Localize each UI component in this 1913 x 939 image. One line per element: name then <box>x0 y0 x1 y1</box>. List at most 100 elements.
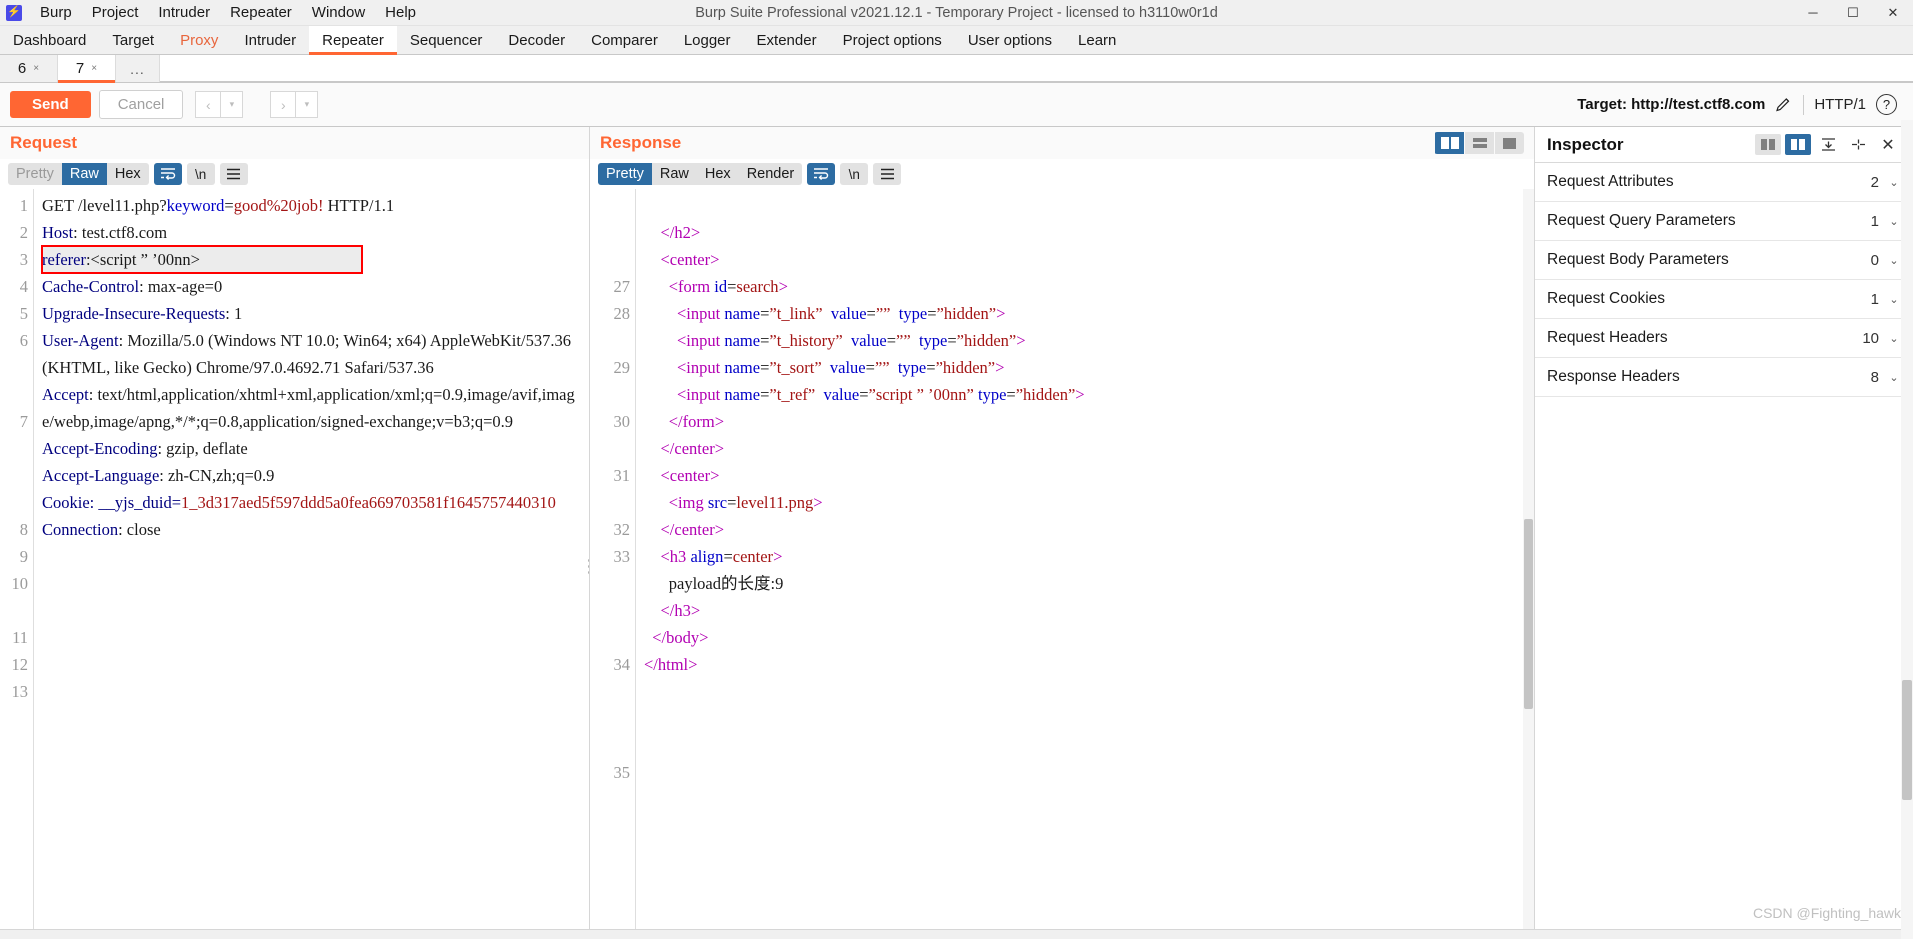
code-line[interactable]: payload的长度:9 <box>644 570 1528 597</box>
response-raw-tab[interactable]: Raw <box>652 163 697 185</box>
code-line[interactable]: Connection: close <box>42 516 583 543</box>
menu-burp[interactable]: Burp <box>30 1 82 25</box>
response-pretty-tab[interactable]: Pretty <box>598 163 652 185</box>
window-scrollbar[interactable] <box>1901 120 1913 939</box>
tab-target[interactable]: Target <box>99 26 167 54</box>
inspector-section-row[interactable]: Request Query Parameters 1 ⌄ <box>1535 202 1913 241</box>
code-line[interactable]: User-Agent: Mozilla/5.0 (Windows NT 10.0… <box>42 327 583 381</box>
tab-sequencer[interactable]: Sequencer <box>397 26 496 54</box>
code-line[interactable]: Host: test.ctf8.com <box>42 219 583 246</box>
tab-user-options[interactable]: User options <box>955 26 1065 54</box>
close-icon[interactable]: × <box>33 63 39 74</box>
collapse-all-icon[interactable] <box>1815 134 1841 155</box>
split-vertical-icon[interactable] <box>1435 132 1464 154</box>
hamburger-icon[interactable] <box>219 163 248 185</box>
split-horizontal-icon[interactable] <box>1465 132 1494 154</box>
menu-repeater[interactable]: Repeater <box>220 1 302 25</box>
code-line[interactable]: Upgrade-Insecure-Requests: 1 <box>42 300 583 327</box>
code-line[interactable]: </body> <box>644 624 1528 651</box>
highlighted-code-line[interactable]: referer:<script ” ’00nn> <box>41 245 363 274</box>
code-line[interactable]: </center> <box>644 435 1528 462</box>
inspector-section-row[interactable]: Request Cookies 1 ⌄ <box>1535 280 1913 319</box>
response-render-tab[interactable]: Render <box>739 163 803 185</box>
code-line[interactable]: Accept-Language: zh-CN,zh;q=0.9 <box>42 462 583 489</box>
help-icon[interactable]: ? <box>1876 94 1897 115</box>
panel-right-icon[interactable] <box>1785 134 1811 155</box>
code-line[interactable]: </form> <box>644 408 1528 435</box>
code-line[interactable]: Cache-Control: max-age=0 <box>42 273 583 300</box>
forward-dropdown-icon[interactable]: ▾ <box>296 91 319 118</box>
code-line[interactable]: <center> <box>644 462 1528 489</box>
tab-decoder[interactable]: Decoder <box>495 26 578 54</box>
code-line[interactable] <box>42 570 583 597</box>
forward-button[interactable]: › <box>270 91 297 118</box>
response-hex-tab[interactable]: Hex <box>697 163 739 185</box>
code-line[interactable] <box>644 192 1528 219</box>
single-pane-icon[interactable] <box>1495 132 1524 154</box>
newline-button[interactable]: \n <box>186 163 215 185</box>
response-scrollbar-thumb[interactable] <box>1524 519 1533 709</box>
chevron-down-icon[interactable]: ⌄ <box>1887 176 1901 189</box>
panel-left-icon[interactable] <box>1755 134 1781 155</box>
chevron-down-icon[interactable]: ⌄ <box>1887 215 1901 228</box>
code-line[interactable] <box>42 543 583 570</box>
repeater-tab-7[interactable]: 7 × <box>58 55 116 83</box>
word-wrap-icon[interactable] <box>153 163 182 185</box>
code-line[interactable]: </html> <box>644 651 1528 678</box>
newline-button[interactable]: \n <box>840 163 869 185</box>
inspector-section-row[interactable]: Request Attributes 2 ⌄ <box>1535 163 1913 202</box>
code-line[interactable]: <input name=”t_ref” value=”script ” ’00n… <box>644 381 1528 408</box>
inspector-section-row[interactable]: Request Headers 10 ⌄ <box>1535 319 1913 358</box>
tab-repeater[interactable]: Repeater <box>309 26 397 55</box>
response-scrollbar[interactable] <box>1523 189 1534 929</box>
code-line[interactable]: </center> <box>644 516 1528 543</box>
tab-proxy[interactable]: Proxy <box>167 26 231 54</box>
code-line[interactable]: <input name=”t_link” value=”” type=”hidd… <box>644 300 1528 327</box>
hamburger-icon[interactable] <box>873 163 902 185</box>
expand-all-icon[interactable] <box>1845 134 1871 155</box>
tab-extender[interactable]: Extender <box>744 26 830 54</box>
code-line[interactable]: </h2> <box>644 219 1528 246</box>
request-raw-tab[interactable]: Raw <box>61 163 107 185</box>
request-editor[interactable]: 123456 7 8 9 10 11 12 13 GET /level11.php?ke… <box>0 189 589 929</box>
back-dropdown-icon[interactable]: ▾ <box>221 91 244 118</box>
code-line[interactable]: GET /level11.php?keyword=good%20job! HTT… <box>42 192 583 219</box>
code-line[interactable]: <h3 align=center> <box>644 543 1528 570</box>
code-line[interactable]: <input name=”t_sort” value=”” type=”hidd… <box>644 354 1528 381</box>
tab-comparer[interactable]: Comparer <box>578 26 671 54</box>
code-line[interactable]: <form id=search> <box>644 273 1528 300</box>
back-button[interactable]: ‹ <box>195 91 222 118</box>
request-splitter-handle[interactable] <box>586 559 589 574</box>
tab-logger[interactable]: Logger <box>671 26 744 54</box>
tab-project-options[interactable]: Project options <box>830 26 955 54</box>
code-line[interactable]: <img src=level11.png> <box>644 489 1528 516</box>
pencil-icon[interactable] <box>1775 96 1793 114</box>
chevron-down-icon[interactable]: ⌄ <box>1887 371 1901 384</box>
chevron-down-icon[interactable]: ⌄ <box>1887 332 1901 345</box>
code-line[interactable]: Cookie: __yjs_duid=1_3d317aed5f597ddd5a0… <box>42 489 583 516</box>
word-wrap-icon[interactable] <box>807 163 836 185</box>
inspector-section-row[interactable]: Response Headers 8 ⌄ <box>1535 358 1913 397</box>
menu-window[interactable]: Window <box>302 1 375 25</box>
response-editor[interactable]: 27 28 29 30 31 32 33 34 35 </h2> <center> … <box>590 189 1534 929</box>
chevron-down-icon[interactable]: ⌄ <box>1887 293 1901 306</box>
code-line[interactable]: </h3> <box>644 597 1528 624</box>
maximize-button[interactable]: ☐ <box>1833 0 1873 26</box>
request-body-text[interactable]: GET /level11.php?keyword=good%20job! HTT… <box>34 189 589 929</box>
tab-intruder[interactable]: Intruder <box>231 26 309 54</box>
code-line[interactable]: <input name=”t_history” value=”” type=”h… <box>644 327 1528 354</box>
response-body-text[interactable]: </h2> <center> <form id=search> <input n… <box>636 189 1534 929</box>
cancel-button[interactable]: Cancel <box>98 90 184 119</box>
code-line[interactable]: Accept-Encoding: gzip, deflate <box>42 435 583 462</box>
send-button[interactable]: Send <box>10 91 91 118</box>
repeater-tab-6[interactable]: 6 × <box>0 55 58 82</box>
tab-learn[interactable]: Learn <box>1065 26 1129 54</box>
menu-project[interactable]: Project <box>82 1 149 25</box>
menu-help[interactable]: Help <box>375 1 426 25</box>
window-scrollbar-thumb[interactable] <box>1902 680 1912 800</box>
code-line[interactable]: Accept: text/html,application/xhtml+xml,… <box>42 381 583 435</box>
repeater-tab-overflow[interactable]: ... <box>116 55 160 82</box>
close-button[interactable]: ✕ <box>1873 0 1913 26</box>
http-version-label[interactable]: HTTP/1 <box>1814 96 1866 113</box>
minimize-button[interactable]: ─ <box>1793 0 1833 26</box>
